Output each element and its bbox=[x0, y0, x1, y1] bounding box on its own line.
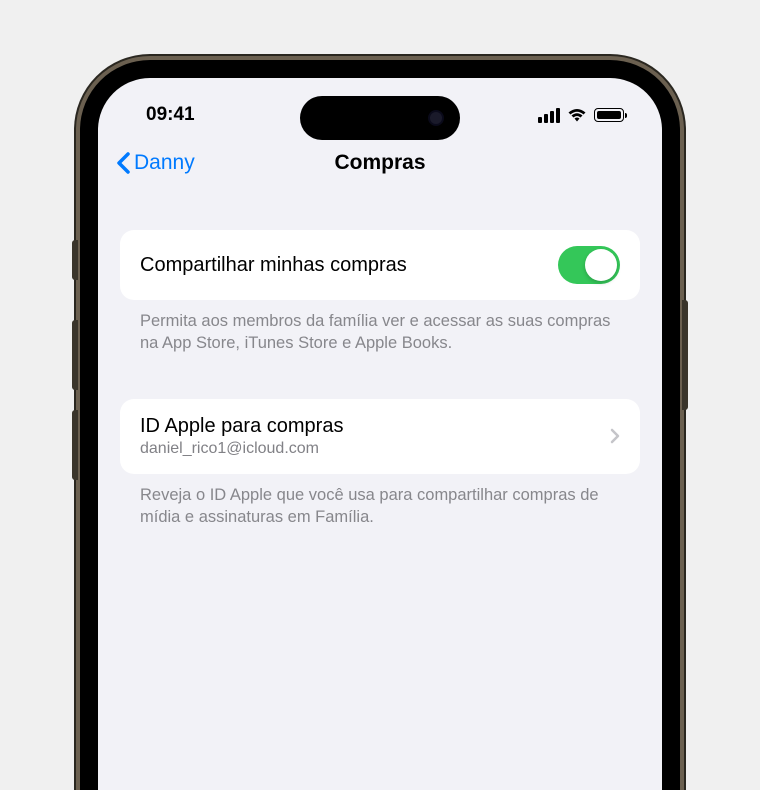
apple-id-email: daniel_rico1@icloud.com bbox=[140, 440, 343, 458]
navigation-bar: Danny Compras bbox=[98, 138, 662, 188]
apple-id-cell[interactable]: ID Apple para compras daniel_rico1@iclou… bbox=[120, 399, 640, 474]
screen: 09:41 Danny Compras bbox=[98, 78, 662, 790]
share-purchases-footer: Permita aos membros da família ver e ace… bbox=[120, 300, 640, 355]
chevron-right-icon bbox=[610, 428, 620, 444]
volume-up-button bbox=[72, 320, 78, 390]
volume-down-button bbox=[72, 410, 78, 480]
apple-id-title: ID Apple para compras bbox=[140, 415, 343, 438]
battery-icon bbox=[594, 108, 624, 122]
front-camera bbox=[428, 110, 444, 126]
side-button bbox=[682, 300, 688, 410]
page-title: Compras bbox=[334, 151, 425, 175]
back-button[interactable]: Danny bbox=[116, 151, 195, 175]
phone-frame: 09:41 Danny Compras bbox=[80, 60, 680, 790]
cellular-signal-icon bbox=[538, 108, 560, 123]
dynamic-island bbox=[300, 96, 460, 140]
status-time: 09:41 bbox=[146, 104, 195, 126]
status-icons bbox=[538, 108, 624, 123]
toggle-knob bbox=[585, 249, 617, 281]
chevron-left-icon bbox=[116, 152, 130, 174]
apple-id-footer: Reveja o ID Apple que você usa para comp… bbox=[120, 474, 640, 529]
content: Compartilhar minhas compras Permita aos … bbox=[98, 188, 662, 528]
share-purchases-toggle[interactable] bbox=[558, 246, 620, 284]
share-purchases-label: Compartilhar minhas compras bbox=[140, 254, 407, 277]
mute-switch bbox=[72, 240, 78, 280]
back-label: Danny bbox=[134, 151, 195, 175]
wifi-icon bbox=[567, 108, 587, 123]
share-purchases-cell: Compartilhar minhas compras bbox=[120, 230, 640, 300]
